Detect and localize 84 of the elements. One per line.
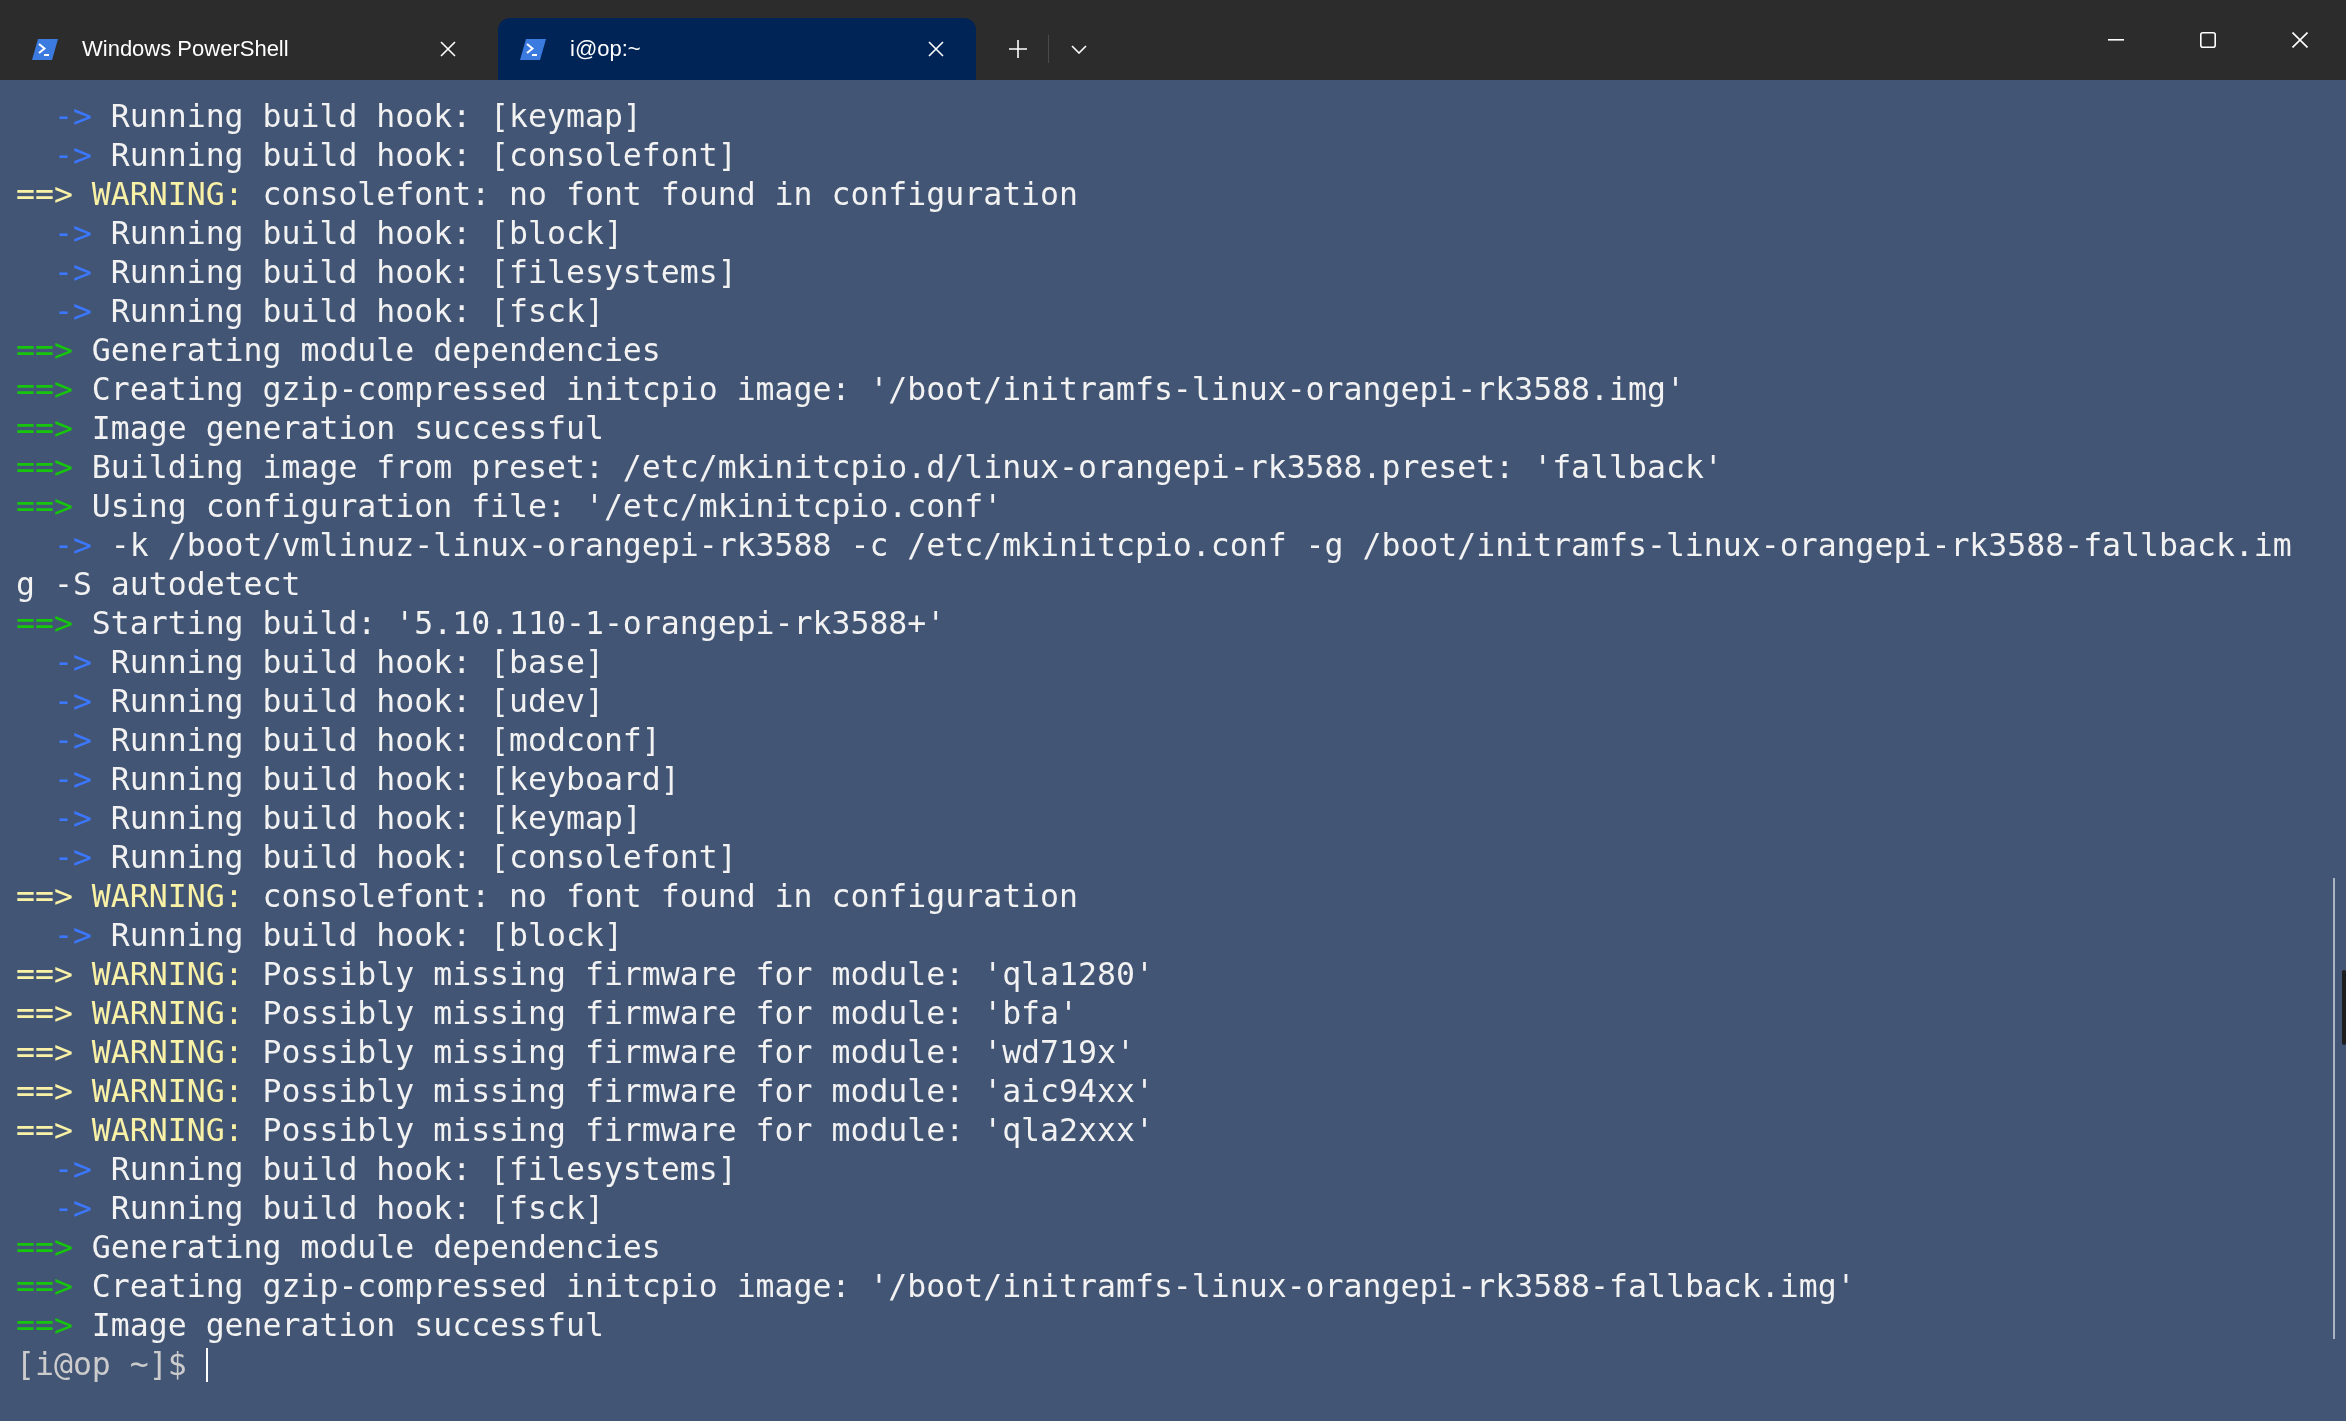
output-text: -k /boot/vmlinuz-linux-orangepi-rk3588 -c /etc/mkinitcpio.conf -g /boot/initramfs-linux-orangepi-rk3588-fallback.im (110, 526, 2292, 565)
output-text: Running build hook: [keymap] (110, 97, 642, 136)
arrow-marker: -> (53, 97, 92, 136)
arrow-marker: -> (53, 721, 92, 760)
output-text: Starting build: '5.10.110-1-orangepi-rk3588+' (91, 604, 946, 643)
arrow-marker: ==> (16, 487, 73, 526)
minimize-icon (2108, 39, 2124, 41)
warning-label: WARNING: (91, 1072, 244, 1111)
warning-label: WARNING: (91, 1033, 244, 1072)
close-icon (928, 41, 944, 57)
arrow-marker: -> (53, 799, 92, 838)
output-text: Generating module dependencies (91, 1228, 661, 1267)
output-text: Running build hook: [block] (110, 214, 623, 253)
arrow-marker: -> (53, 292, 92, 331)
arrow-marker: -> (53, 136, 92, 175)
warning-label: WARNING: (91, 955, 244, 994)
arrow-marker: ==> (16, 1111, 73, 1150)
arrow-marker: ==> (16, 331, 73, 370)
arrow-marker: ==> (16, 370, 73, 409)
warning-label: WARNING: (91, 994, 244, 1033)
tab[interactable]: Windows PowerShell (10, 18, 488, 80)
plus-icon (1009, 40, 1027, 58)
output-text: consolefont: no font found in configuration (262, 175, 1078, 214)
output-text: Possibly missing firmware for module: 'aic94xx' (262, 1072, 1154, 1111)
output-text: Running build hook: [block] (110, 916, 623, 955)
maximize-icon (2200, 32, 2216, 48)
output-text: Image generation successful (91, 409, 604, 448)
arrow-marker: ==> (16, 1306, 73, 1345)
output-text: Using configuration file: '/etc/mkinitcpio.conf' (91, 487, 1003, 526)
warning-label: WARNING: (91, 1111, 244, 1150)
chevron-down-icon (1071, 44, 1087, 54)
output-text: Possibly missing firmware for module: 'qla2xxx' (262, 1111, 1154, 1150)
tab[interactable]: i@op:~ (498, 18, 976, 80)
arrow-marker: ==> (16, 1072, 73, 1111)
output-text: Possibly missing firmware for module: 'wd719x' (262, 1033, 1135, 1072)
output-text: Running build hook: [modconf] (110, 721, 661, 760)
shell-prompt: [i@op ~]$ (16, 1345, 187, 1384)
output-text: Building image from preset: /etc/mkinitcpio.d/linux-orangepi-rk3588.preset: 'fallback' (91, 448, 1723, 487)
arrow-marker: -> (53, 526, 92, 565)
output-text: Running build hook: [base] (110, 643, 604, 682)
output-text: Running build hook: [filesystems] (110, 253, 737, 292)
terminal-icon (520, 38, 546, 60)
arrow-marker: -> (53, 1189, 92, 1228)
arrow-marker: -> (53, 838, 92, 877)
output-text: Possibly missing firmware for module: 'bfa' (262, 994, 1078, 1033)
output-text: Running build hook: [consolefont] (110, 838, 737, 877)
output-text: Running build hook: [filesystems] (110, 1150, 737, 1189)
output-text: Possibly missing firmware for module: 'qla1280' (262, 955, 1154, 994)
arrow-marker: -> (53, 760, 92, 799)
warning-label: WARNING: (91, 877, 244, 916)
output-text: consolefont: no font found in configuration (262, 877, 1078, 916)
terminal-icon (32, 38, 58, 60)
output-text: g -S autodetect (16, 565, 301, 604)
scrollbar-thumb[interactable] (2342, 970, 2346, 1045)
arrow-marker: ==> (16, 604, 73, 643)
warning-label: WARNING: (91, 175, 244, 214)
output-text: Generating module dependencies (91, 331, 661, 370)
arrow-marker: -> (53, 253, 92, 292)
arrow-marker: ==> (16, 1033, 73, 1072)
output-text: Creating gzip-compressed initcpio image: '/boot/initramfs-linux-orangepi-rk3588.img' (91, 370, 1685, 409)
arrow-marker: -> (53, 214, 92, 253)
scrollbar[interactable] (2333, 878, 2346, 1339)
output-text: Running build hook: [keymap] (110, 799, 642, 838)
arrow-marker: -> (53, 1150, 92, 1189)
output-text: Running build hook: [fsck] (110, 1189, 604, 1228)
arrow-marker: ==> (16, 175, 73, 214)
arrow-marker: -> (53, 916, 92, 955)
arrow-marker: ==> (16, 409, 73, 448)
close-icon (2292, 32, 2308, 48)
output-text: Running build hook: [consolefont] (110, 136, 737, 175)
output-text: Running build hook: [keyboard] (110, 760, 680, 799)
arrow-marker: ==> (16, 955, 73, 994)
arrow-marker: -> (53, 643, 92, 682)
arrow-marker: ==> (16, 448, 73, 487)
arrow-marker: ==> (16, 877, 73, 916)
arrow-marker: ==> (16, 1267, 73, 1306)
arrow-marker: ==> (16, 1228, 73, 1267)
output-text: Creating gzip-compressed initcpio image: '/boot/initramfs-linux-orangepi-rk3588-fallback.img' (91, 1267, 1856, 1306)
arrow-marker: ==> (16, 994, 73, 1033)
output-text: Image generation successful (91, 1306, 604, 1345)
arrow-marker: -> (53, 682, 92, 721)
output-text: Running build hook: [udev] (110, 682, 604, 721)
close-icon (440, 41, 456, 57)
output-text: Running build hook: [fsck] (110, 292, 604, 331)
